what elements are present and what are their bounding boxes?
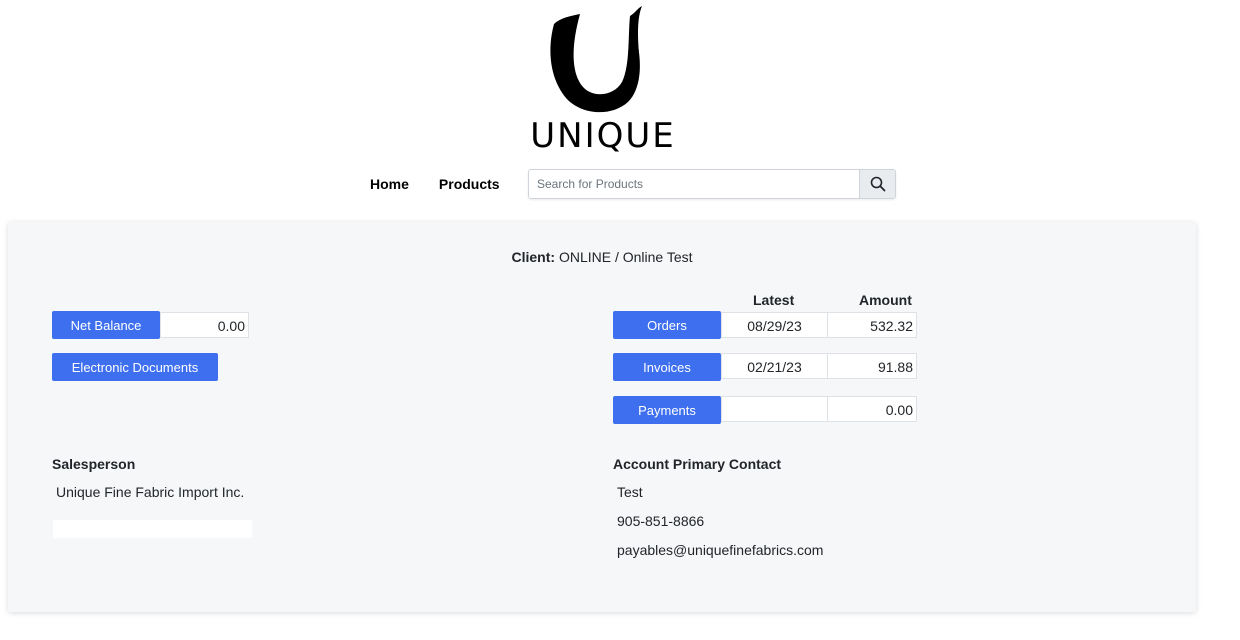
contact-title: Account Primary Contact — [613, 456, 782, 472]
payments-amount: 0.00 — [827, 396, 917, 422]
search-input[interactable] — [529, 170, 859, 198]
brand-logo[interactable]: UNIQUE — [518, 6, 688, 156]
main-nav: Home Products — [360, 169, 510, 199]
salesperson-title: Salesperson — [52, 456, 136, 472]
account-summary-card: Client: ONLINE / Online Test Net Balance… — [8, 222, 1196, 612]
search-button[interactable] — [859, 170, 895, 198]
search-icon — [870, 176, 885, 192]
invoices-button[interactable]: Invoices — [613, 353, 721, 381]
payments-latest — [721, 396, 828, 422]
net-balance-button[interactable]: Net Balance — [52, 311, 160, 339]
latest-header: Latest — [753, 292, 795, 308]
net-balance-value: 0.00 — [160, 312, 249, 338]
electronic-documents-button[interactable]: Electronic Documents — [52, 353, 218, 381]
contact-name: Test — [617, 484, 643, 500]
orders-latest: 08/29/23 — [721, 312, 828, 338]
contact-phone: 905-851-8866 — [617, 513, 705, 529]
invoices-amount: 91.88 — [827, 353, 917, 379]
orders-amount: 532.32 — [827, 312, 917, 338]
contact-email: payables@uniquefinefabrics.com — [617, 542, 824, 558]
brand-logo-text: UNIQUE — [530, 116, 676, 156]
client-value: ONLINE / Online Test — [558, 249, 693, 265]
nav-home-link[interactable]: Home — [360, 176, 419, 192]
client-label: Client: — [511, 249, 556, 265]
orders-button[interactable]: Orders — [613, 311, 721, 339]
product-search — [528, 169, 896, 199]
invoices-latest: 02/21/23 — [721, 353, 828, 379]
nav-products-link[interactable]: Products — [429, 176, 510, 192]
unique-u-logo-icon — [550, 6, 642, 113]
payments-button[interactable]: Payments — [613, 396, 721, 424]
salesperson-name: Unique Fine Fabric Import Inc. — [56, 484, 245, 500]
client-line: Client: ONLINE / Online Test — [8, 249, 1196, 265]
salesperson-blank-field — [53, 520, 252, 538]
amount-header: Amount — [859, 292, 912, 308]
